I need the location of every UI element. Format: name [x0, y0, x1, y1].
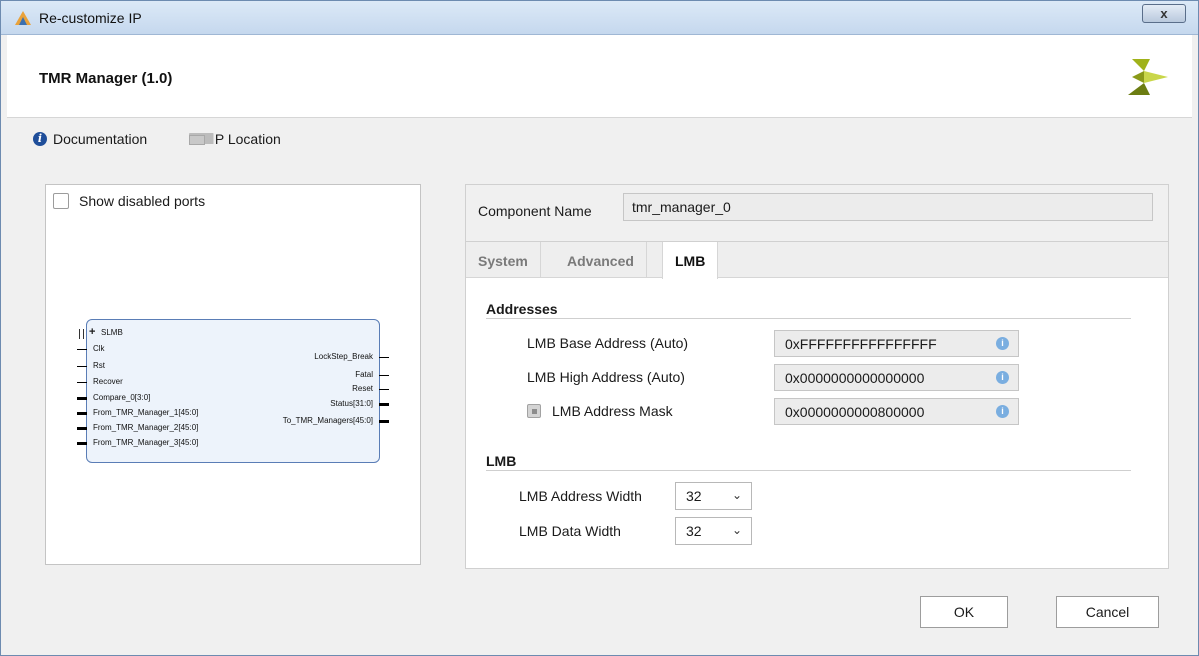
xilinx-logo-icon: [1128, 59, 1168, 95]
port-pin: [379, 403, 389, 406]
lmb-address-width-select[interactable]: 32 ⌄: [675, 482, 752, 510]
left-port-label: From_TMR_Manager_3[45:0]: [93, 438, 199, 447]
lmb-high-address-label: LMB High Address (Auto): [527, 369, 685, 385]
bus-interface-pin: [79, 329, 84, 339]
port-pin: [379, 375, 389, 376]
tab-lmb[interactable]: LMB: [662, 242, 719, 279]
port-pin: [77, 442, 87, 445]
left-port-label: Compare_0[3:0]: [93, 393, 151, 402]
lmb-data-width-select[interactable]: 32 ⌄: [675, 517, 752, 545]
component-name-input[interactable]: tmr_manager_0: [623, 193, 1153, 221]
ip-symbol-panel: Show disabled ports + SLMB Clk Rst Recov…: [45, 184, 421, 565]
close-button[interactable]: x: [1142, 4, 1186, 23]
lmb-section-title: LMB: [486, 453, 517, 469]
tab-strip: System Advanced LMB: [466, 242, 1168, 279]
documentation-link[interactable]: i Documentation: [33, 131, 147, 147]
documentation-bar: i Documentation IP Location: [7, 118, 1192, 158]
port-pin: [379, 389, 389, 390]
port-pin: [77, 366, 87, 367]
auto-lock-icon[interactable]: [527, 404, 541, 418]
lmb-high-address-field: 0x0000000000000000 i: [774, 364, 1019, 391]
configuration-panel: Component Name tmr_manager_0 System Adva…: [465, 184, 1169, 569]
tab-container: System Advanced LMB Addresses LMB Base A…: [466, 241, 1168, 568]
documentation-label: Documentation: [53, 131, 148, 147]
tab-advanced[interactable]: Advanced: [555, 242, 647, 278]
port-pin: [77, 349, 87, 350]
addresses-section-title: Addresses: [486, 301, 558, 317]
lmb-data-width-label: LMB Data Width: [519, 523, 621, 539]
dialog-window: Re-customize IP x TMR Manager (1.0) i Do…: [0, 0, 1199, 656]
lmb-high-address-value: 0x0000000000000000: [785, 370, 925, 386]
port-pin: [77, 427, 87, 430]
ip-location-link[interactable]: IP Location: [189, 131, 281, 147]
lmb-address-width-label: LMB Address Width: [519, 488, 642, 504]
ip-header: TMR Manager (1.0): [7, 35, 1192, 118]
port-pin: [379, 420, 389, 423]
info-icon[interactable]: i: [996, 405, 1009, 418]
chevron-down-icon: ⌄: [731, 488, 742, 502]
port-pin: [77, 412, 87, 415]
title-bar[interactable]: Re-customize IP x: [1, 1, 1198, 35]
ip-location-label: IP Location: [211, 131, 281, 147]
port-pin: [77, 382, 87, 383]
lmb-base-address-label: LMB Base Address (Auto): [527, 335, 689, 351]
left-port-label: From_TMR_Manager_1[45:0]: [93, 408, 199, 417]
component-name-label: Component Name: [478, 203, 592, 219]
tab-system[interactable]: System: [466, 242, 541, 278]
window-title: Re-customize IP: [39, 10, 142, 26]
left-port-label: Clk: [93, 344, 105, 353]
lmb-address-mask-label: LMB Address Mask: [552, 403, 673, 419]
right-port-label: Reset: [352, 384, 373, 393]
folder-icon: [189, 133, 214, 145]
expand-icon[interactable]: +: [89, 327, 95, 338]
left-port-label: From_TMR_Manager_2[45:0]: [93, 423, 199, 432]
info-icon[interactable]: i: [996, 371, 1009, 384]
lmb-base-address-value: 0xFFFFFFFFFFFFFFFF: [785, 336, 937, 352]
lmb-base-address-field: 0xFFFFFFFFFFFFFFFF i: [774, 330, 1019, 357]
vivado-app-icon: [15, 11, 31, 25]
port-pin: [379, 357, 389, 358]
ip-title: TMR Manager (1.0): [39, 70, 173, 87]
section-divider: [486, 318, 1131, 319]
bus-port-label: SLMB: [101, 328, 123, 337]
lmb-address-mask-field: 0x0000000000800000 i: [774, 398, 1019, 425]
info-icon: i: [33, 132, 47, 146]
show-disabled-ports-label[interactable]: Show disabled ports: [79, 193, 205, 209]
ok-button[interactable]: OK: [920, 596, 1008, 628]
lmb-address-width-value: 32: [686, 488, 702, 504]
right-port-label: Fatal: [355, 370, 373, 379]
lmb-address-mask-value: 0x0000000000800000: [785, 404, 925, 420]
info-icon[interactable]: i: [996, 337, 1009, 350]
left-port-label: Rst: [93, 361, 105, 370]
section-divider: [486, 470, 1131, 471]
left-port-label: Recover: [93, 377, 123, 386]
close-icon: x: [1160, 6, 1168, 21]
chevron-down-icon: ⌄: [731, 523, 742, 537]
lmb-data-width-value: 32: [686, 523, 702, 539]
ip-symbol-block[interactable]: + SLMB Clk Rst Recover Compare_0[3:0] Fr…: [77, 319, 389, 463]
port-pin: [77, 397, 87, 400]
show-disabled-ports-checkbox[interactable]: [53, 193, 69, 209]
cancel-button[interactable]: Cancel: [1056, 596, 1159, 628]
right-port-label: To_TMR_Managers[45:0]: [282, 416, 373, 425]
right-port-label: LockStep_Break: [314, 352, 373, 361]
right-port-label: Status[31:0]: [330, 399, 373, 408]
